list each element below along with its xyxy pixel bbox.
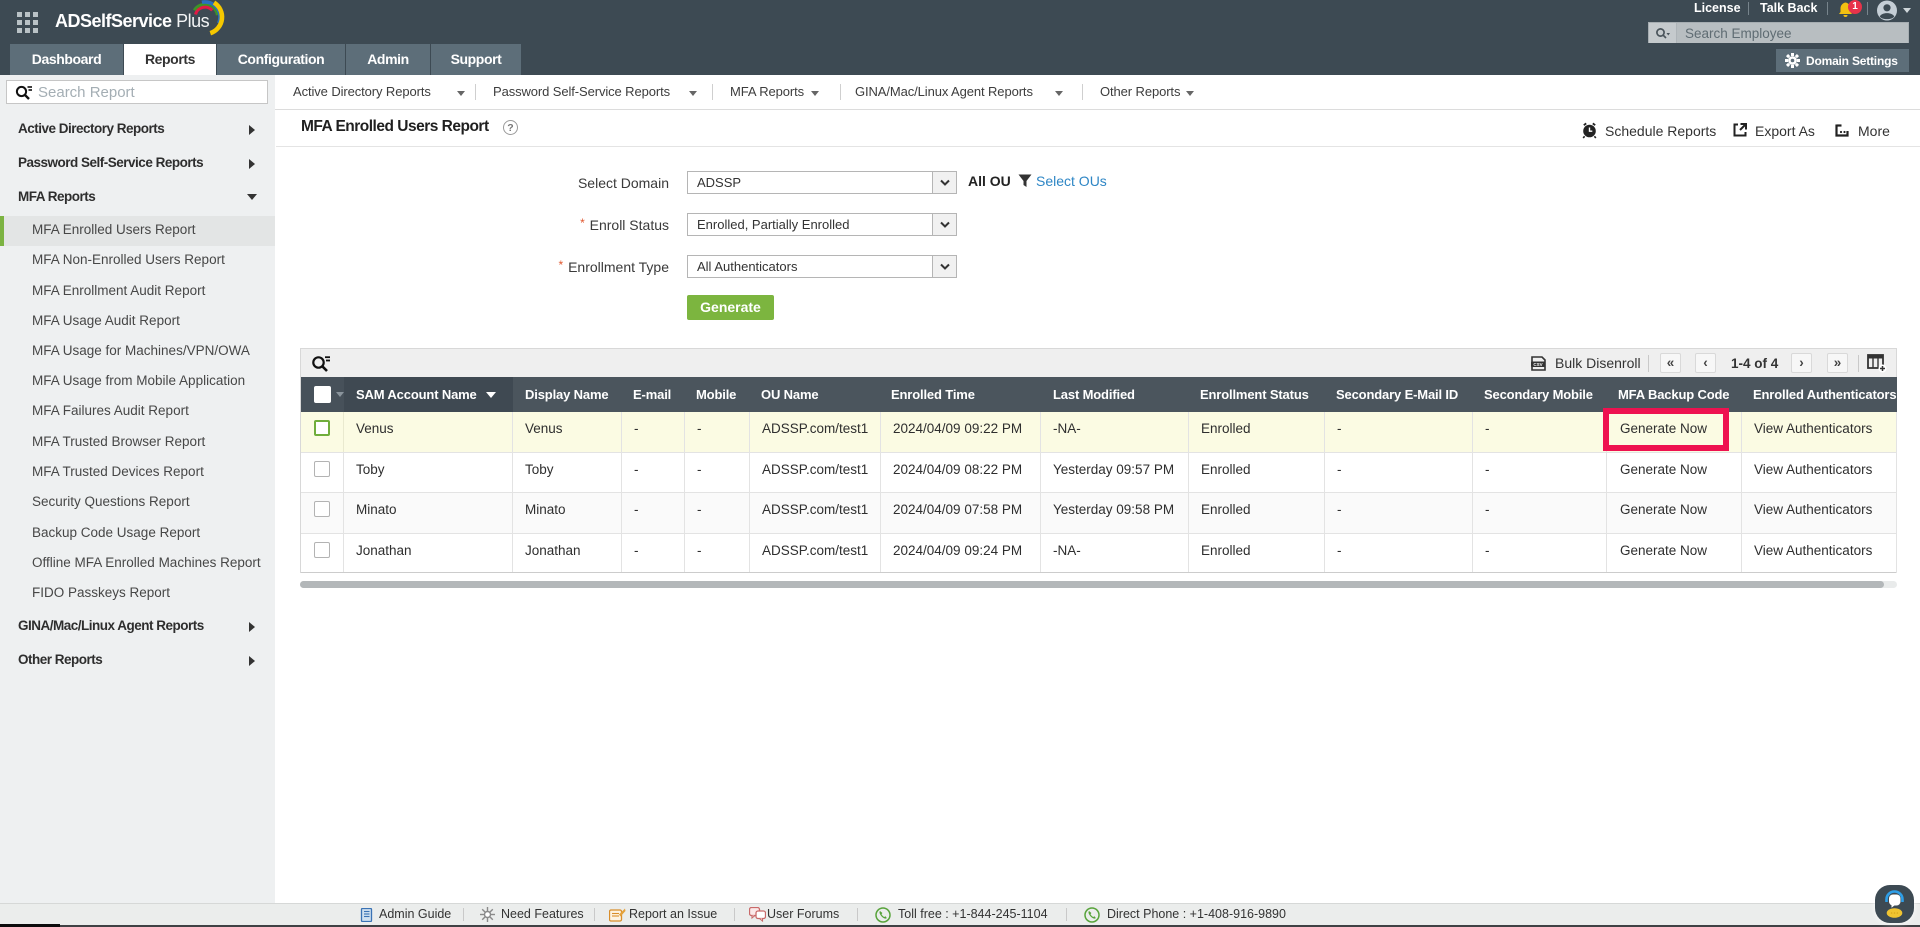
svg-text:CSV: CSV <box>1533 362 1542 367</box>
